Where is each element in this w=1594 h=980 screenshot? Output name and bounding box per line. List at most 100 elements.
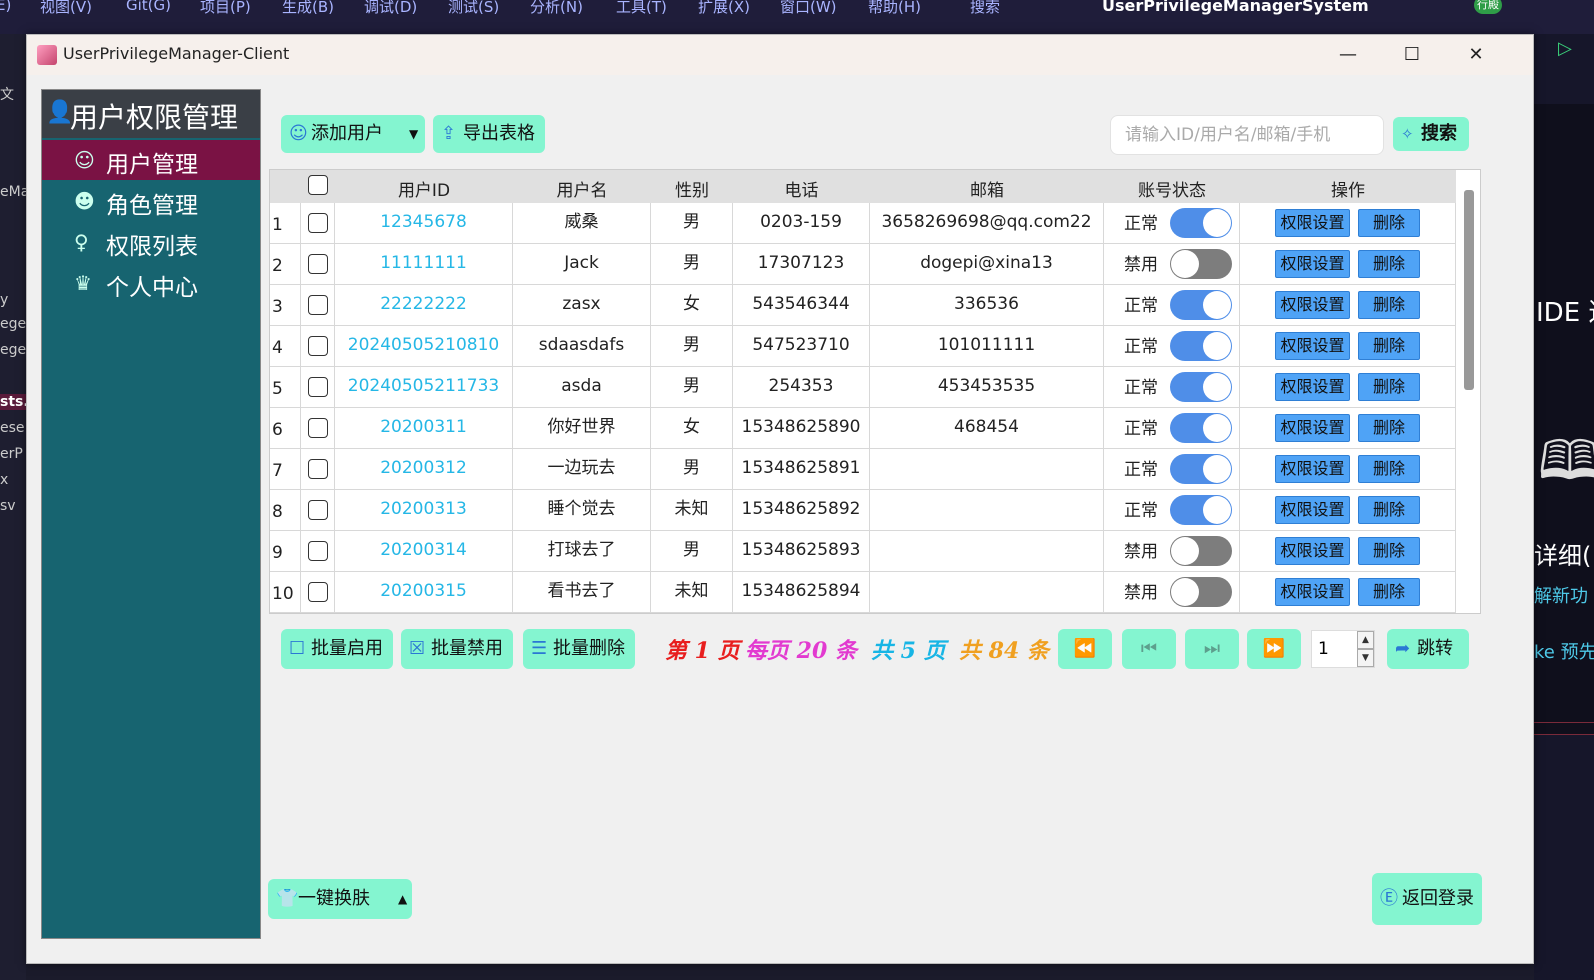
row-checkbox[interactable] (308, 418, 328, 438)
delete-button[interactable]: 删除 (1358, 414, 1420, 442)
status-toggle[interactable] (1170, 331, 1232, 361)
ide-menu-item[interactable]: E) (0, 0, 11, 14)
batch-enable-button[interactable]: ☐ 批量启用 (281, 629, 393, 669)
ide-start-link[interactable]: 解新功 (1534, 582, 1588, 608)
status-toggle[interactable] (1170, 372, 1232, 402)
delete-button[interactable]: 删除 (1358, 455, 1420, 483)
column-header[interactable]: 电话 (733, 176, 870, 201)
ide-menu-item[interactable]: 项目(P) (200, 0, 251, 17)
ide-menu-item[interactable]: Git(G) (126, 0, 171, 14)
table-row[interactable]: 6 20200311 你好世界女 15348625890 468454 正常 权限设置 删除 (270, 408, 1456, 449)
ide-explorer-item[interactable]: ege (0, 316, 26, 332)
permission-settings-button[interactable]: 权限设置 (1275, 291, 1350, 319)
table-row[interactable]: 3 22222222 zasx 女 543546344 336536 正常 权限设置 删除 (270, 285, 1456, 326)
run-icon[interactable]: ▷ (1558, 38, 1572, 59)
sidebar-item-personal-center[interactable]: ♛ 个人中心 (42, 263, 260, 303)
row-checkbox[interactable] (308, 582, 328, 602)
table-row[interactable]: 4 20240505210810 sdaasdafs 男 547523710 101011… (270, 326, 1456, 367)
ide-menu-item[interactable]: 帮助(H) (868, 0, 921, 17)
permission-settings-button[interactable]: 权限设置 (1275, 578, 1350, 606)
sidebar-item-role-management[interactable]: ☻ 角色管理 (42, 181, 260, 221)
status-toggle[interactable] (1170, 290, 1232, 320)
select-all-checkbox[interactable] (308, 175, 328, 195)
delete-button[interactable]: 删除 (1358, 373, 1420, 401)
row-checkbox[interactable] (308, 213, 328, 233)
table-row[interactable]: 1 12345678 威桑男 0203-159 3658269698@qq.com22 正… (270, 203, 1456, 244)
cell-id[interactable]: 20200315 (335, 572, 513, 613)
delete-button[interactable]: 删除 (1358, 250, 1420, 278)
permission-settings-button[interactable]: 权限设置 (1275, 250, 1350, 278)
batch-delete-button[interactable]: ☰ 批量删除 (523, 629, 635, 669)
permission-settings-button[interactable]: 权限设置 (1275, 332, 1350, 360)
jump-button[interactable]: ➦ 跳转 (1387, 629, 1469, 669)
next-page-button[interactable]: ⏭ (1185, 629, 1239, 669)
sidebar-item-user-management[interactable]: ☺ 用户管理 (42, 140, 260, 180)
cell-id[interactable]: 20200313 (335, 490, 513, 531)
delete-button[interactable]: 删除 (1358, 291, 1420, 319)
minimize-button[interactable]: — (1325, 39, 1371, 71)
cell-id[interactable]: 20200312 (335, 449, 513, 490)
ide-menu-item[interactable]: 调试(D) (364, 0, 417, 17)
ide-menu-item[interactable]: 分析(N) (530, 0, 583, 17)
delete-button[interactable]: 删除 (1358, 332, 1420, 360)
title-bar[interactable]: UserPrivilegeManager-Client — ☐ ✕ (27, 35, 1533, 75)
ide-explorer-item[interactable]: sts. (0, 394, 26, 410)
delete-button[interactable]: 删除 (1358, 578, 1420, 606)
permission-settings-button[interactable]: 权限设置 (1275, 496, 1350, 524)
cell-id[interactable]: 11111111 (335, 244, 513, 285)
spin-down-icon[interactable]: ▼ (1357, 649, 1374, 667)
close-button[interactable]: ✕ (1453, 39, 1499, 71)
table-row[interactable]: 9 20200314 打球去了男 15348625893 禁用 权限设置 删除 (270, 531, 1456, 572)
permission-settings-button[interactable]: 权限设置 (1275, 455, 1350, 483)
batch-disable-button[interactable]: ☒ 批量禁用 (401, 629, 513, 669)
column-header[interactable]: 邮箱 (870, 176, 1104, 201)
ide-menu-item[interactable]: 搜索 (970, 0, 1000, 17)
sidebar-item-permission-list[interactable]: ♀ 权限列表 (42, 222, 260, 262)
cell-id[interactable]: 20240505210810 (335, 326, 513, 367)
change-skin-button[interactable]: 👕 一键换肤 ▲ (268, 879, 412, 919)
ide-menu-item[interactable]: 生成(B) (282, 0, 334, 17)
vertical-scrollbar[interactable] (1464, 190, 1474, 390)
status-toggle[interactable] (1170, 454, 1232, 484)
ide-explorer-item[interactable]: erP (0, 446, 23, 462)
ide-menu-item[interactable]: 窗口(W) (780, 0, 837, 17)
delete-button[interactable]: 删除 (1358, 496, 1420, 524)
column-header[interactable]: 用户名 (513, 176, 651, 201)
status-toggle[interactable] (1170, 495, 1232, 525)
delete-button[interactable]: 删除 (1358, 537, 1420, 565)
ide-menu-item[interactable]: 视图(V) (40, 0, 92, 17)
column-header[interactable]: 用户ID (335, 176, 513, 201)
permission-settings-button[interactable]: 权限设置 (1275, 209, 1350, 237)
status-toggle[interactable] (1170, 208, 1232, 238)
column-header[interactable]: 性别 (651, 176, 733, 201)
row-checkbox[interactable] (308, 295, 328, 315)
ide-explorer-item[interactable]: x (0, 472, 8, 488)
maximize-button[interactable]: ☐ (1389, 39, 1435, 71)
status-toggle[interactable] (1170, 413, 1232, 443)
search-input[interactable]: 请输入ID/用户名/邮箱/手机 (1110, 115, 1384, 155)
spin-up-icon[interactable]: ▲ (1357, 631, 1374, 649)
cell-id[interactable]: 22222222 (335, 285, 513, 326)
permission-settings-button[interactable]: 权限设置 (1275, 537, 1350, 565)
search-button[interactable]: ✧ 搜索 (1393, 117, 1469, 151)
export-table-button[interactable]: ⇪ 导出表格 (433, 115, 545, 153)
table-row[interactable]: 7 20200312 一边玩去男 15348625891 正常 权限设置 删除 (270, 449, 1456, 490)
ide-explorer-item[interactable]: eMa (0, 184, 26, 200)
table-row[interactable]: 8 20200313 睡个觉去 未知 15348625892 正常 权限设置 删除 (270, 490, 1456, 531)
prev-page-button[interactable]: ⏮ (1122, 629, 1176, 669)
status-toggle[interactable] (1170, 536, 1232, 566)
row-checkbox[interactable] (308, 254, 328, 274)
column-header[interactable]: 操作 (1240, 176, 1456, 201)
status-toggle[interactable] (1170, 577, 1232, 607)
row-checkbox[interactable] (308, 500, 328, 520)
ide-menu-item[interactable]: 工具(T) (616, 0, 667, 17)
table-row[interactable]: 5 20240505211733 asda 男 254353 453453535 正常 权限设… (270, 367, 1456, 408)
row-checkbox[interactable] (308, 377, 328, 397)
delete-button[interactable]: 删除 (1358, 209, 1420, 237)
permission-settings-button[interactable]: 权限设置 (1275, 414, 1350, 442)
back-to-login-button[interactable]: Ⓔ 返回登录 (1372, 873, 1482, 925)
row-checkbox[interactable] (308, 459, 328, 479)
table-row[interactable]: 2 11111111 Jack 男 17307123 dogepi@xina13 禁用 权限设… (270, 244, 1456, 285)
add-user-button[interactable]: ☺ 添加用户 ▼ (281, 115, 425, 153)
ide-explorer-item[interactable]: sv (0, 498, 16, 514)
